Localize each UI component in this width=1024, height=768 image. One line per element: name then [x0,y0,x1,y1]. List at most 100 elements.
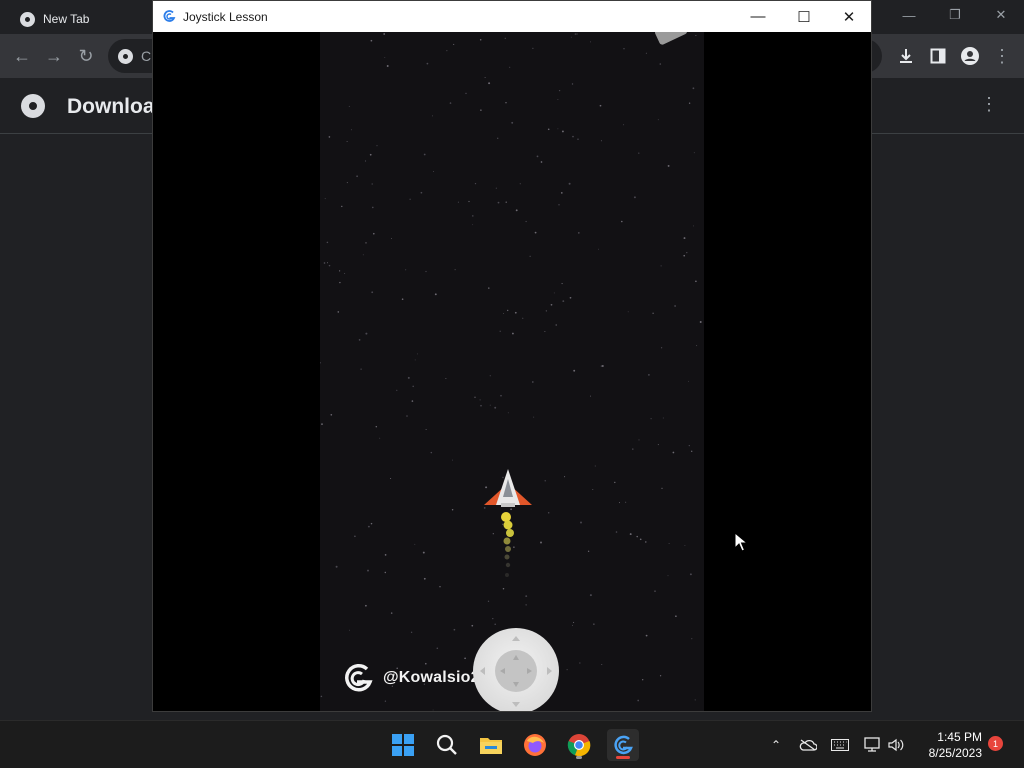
joystick-up-arrow-icon [512,632,520,641]
volume-icon[interactable] [886,735,906,755]
omnibox-chrome-icon [118,48,133,64]
game-close-button[interactable]: ✕ [826,1,872,32]
star [356,175,358,178]
virtual-joystick[interactable] [473,628,559,711]
star [600,140,602,142]
joystick-thumb[interactable] [495,650,537,692]
star [335,565,338,568]
star [414,543,416,545]
star [390,612,393,614]
star [354,535,356,538]
profile-avatar-icon[interactable] [958,44,982,68]
star [566,669,568,671]
keyboard-icon[interactable] [830,735,850,755]
notification-badge[interactable]: 1 [988,736,1003,751]
chrome-restore-button[interactable]: ❐ [932,0,978,30]
exhaust-particle [505,573,509,577]
star [480,404,482,407]
star [439,586,441,588]
star [547,128,550,131]
chrome-tab-new-tab[interactable]: New Tab [8,4,158,34]
star [375,425,378,428]
network-icon[interactable] [862,735,882,755]
star [367,525,370,528]
more-options-icon[interactable]: ⋮ [980,94,998,115]
star [425,429,427,430]
star [571,624,574,626]
star [657,119,659,121]
star [405,269,407,271]
show-hidden-icons-chevron-icon[interactable]: ⌃ [766,735,786,755]
star [696,345,698,347]
ship-engine [501,503,515,507]
chrome-close-button[interactable]: ✕ [978,0,1024,30]
star [507,309,509,312]
star [660,347,663,349]
star [425,270,427,273]
clock-date: 8/25/2023 [928,746,982,760]
star [453,628,456,631]
firefox-icon[interactable] [519,729,551,761]
star [557,99,559,100]
star [574,33,577,35]
star [529,255,531,257]
star [472,224,474,226]
star [371,206,374,209]
star [497,137,499,139]
star [699,321,702,323]
star [324,198,326,200]
side-panel-icon[interactable] [926,44,950,68]
system-clock[interactable]: 1:45 PM 8/25/2023 [916,729,982,761]
star [406,415,408,417]
star [621,220,623,223]
star [423,153,426,156]
star [614,481,616,484]
game-minimize-button[interactable]: — [735,1,781,32]
star [323,262,326,264]
star [338,270,341,272]
star [695,280,697,283]
star [511,121,514,124]
reload-icon[interactable]: ↻ [74,44,98,68]
start-icon[interactable] [387,729,419,761]
back-arrow-icon[interactable]: ← [10,44,34,68]
joystick-down-arrow-icon [512,702,520,711]
game-viewport[interactable]: @Kowalsio212 [153,32,871,711]
gdevelop-icon[interactable] [607,729,639,761]
chrome-icon[interactable] [563,729,595,761]
game-maximize-button[interactable]: ☐ [781,1,827,32]
download-icon[interactable] [894,44,918,68]
star [534,231,537,234]
star [515,209,518,212]
file-explorer-icon[interactable] [475,729,507,761]
chrome-tab-icon [20,11,35,27]
star [536,155,539,158]
star [511,332,514,335]
star [358,339,361,341]
star [326,241,329,244]
star [432,115,433,117]
star [468,200,470,203]
star [434,293,437,296]
star [593,623,595,625]
star [694,699,696,701]
onedrive-icon[interactable] [798,735,818,755]
star [505,201,507,203]
star [364,160,367,162]
game-titlebar[interactable]: Joystick Lesson — ☐ ✕ [153,1,871,32]
star [659,63,662,65]
exhaust-particle [501,512,511,522]
forward-arrow-icon[interactable]: → [42,44,66,68]
star [452,459,453,461]
chrome-menu-icon[interactable]: ⋮ [990,44,1014,68]
chrome-minimize-button[interactable]: — [886,0,932,30]
star [689,573,692,576]
star [550,303,553,306]
star [648,374,650,376]
star [573,621,575,623]
game-playfield[interactable]: @Kowalsio212 [320,32,704,711]
star [321,423,323,425]
star [544,331,546,332]
search-icon[interactable] [431,729,463,761]
star [636,535,638,538]
